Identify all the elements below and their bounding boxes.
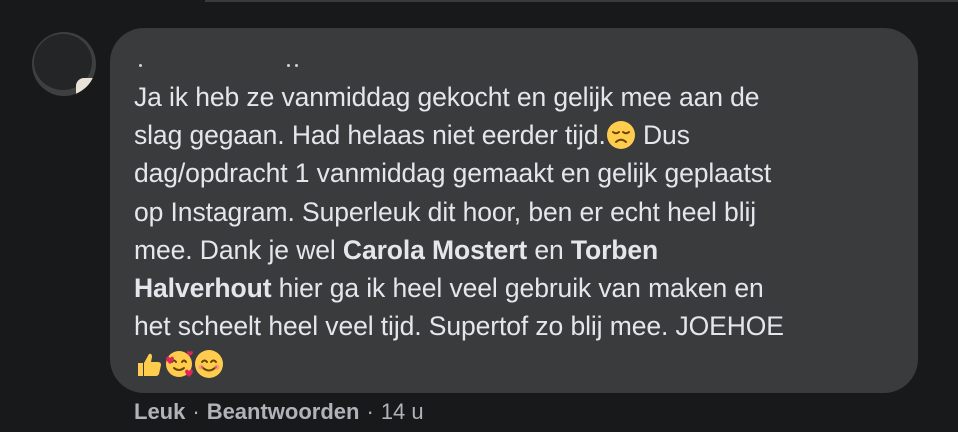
disappointed-face-icon [606,120,636,150]
mention-link[interactable]: Halverhout [134,273,272,303]
avatar[interactable] [32,32,96,96]
comment-line: mee. Dank je wel Carola Mostert en Torbe… [134,231,904,269]
comment-text: Ja ik heb ze vanmiddag gekocht en gelijk… [134,78,904,384]
like-button[interactable]: Leuk [134,399,185,424]
comment-line-text: dag/opdracht 1 vanmiddag gemaakt en geli… [134,158,772,189]
comment-line-text: en [527,234,571,265]
comment-line: dag/opdracht 1 vanmiddag gemaakt en geli… [134,154,904,192]
comment-line-text: Dus [635,120,690,151]
comment-line: Ja ik heb ze vanmiddag gekocht en gelijk… [134,78,904,116]
comment-line-text: mee. Dank je wel [134,234,343,265]
comment-line-text: het scheelt heel veel tijd. Supertof zo … [134,311,784,342]
comment-emoji-line [134,345,904,383]
smiling-face-icon [194,349,224,379]
comment-line-text: op Instagram. Superleuk dit hoor, ben er… [134,196,757,227]
comment-line: het scheelt heel veel tijd. Supertof zo … [134,307,904,345]
author-name-descenders [137,64,307,70]
thumbs-up-icon [134,349,164,379]
comment-line-text: hier ga ik heel veel gebruik van maken e… [271,273,764,304]
smiling-face-with-hearts-icon [164,349,194,379]
comment-line: Halverhout hier ga ik heel veel gebruik … [134,269,904,307]
reply-button[interactable]: Beantwoorden [207,399,360,424]
mention-link[interactable]: Carola Mostert [343,235,527,265]
author-name-obscured [137,38,317,66]
comment-line-text: Ja ik heb ze vanmiddag gekocht en gelijk… [134,82,760,112]
comment-line: op Instagram. Superleuk dit hoor, ben er… [134,193,904,231]
previous-divider [205,0,958,2]
avatar-clothing-stripe [88,90,96,96]
mention-link[interactable]: Torben [571,235,658,265]
separator: · [192,399,200,424]
comment-line: slag gegaan. Had helaas niet eerder tijd… [134,116,904,154]
comment-actions: Leuk · Beantwoorden · 14 u [134,398,424,426]
separator: · [366,399,374,424]
comment-timestamp[interactable]: 14 u [381,399,424,424]
comment-line-text: slag gegaan. Had helaas niet eerder tijd… [134,120,606,151]
